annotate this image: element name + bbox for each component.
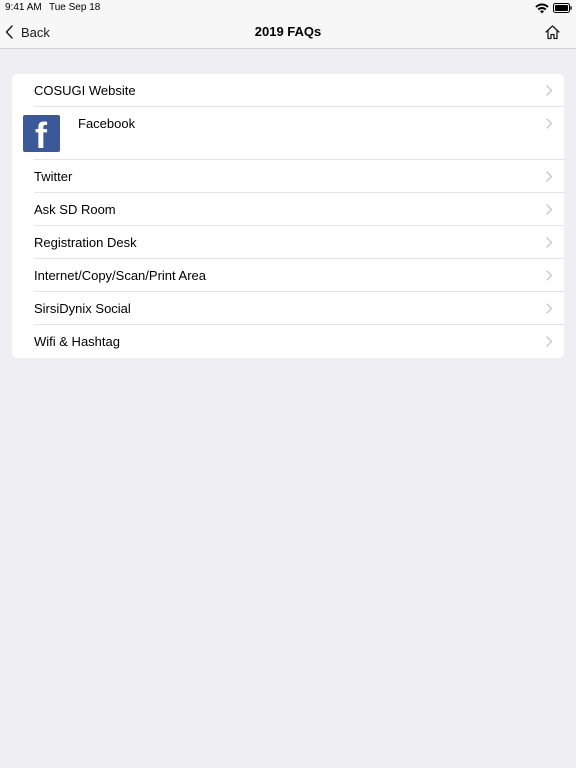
chevron-right-icon xyxy=(546,85,553,96)
chevron-right-icon xyxy=(546,237,553,248)
status-date: Tue Sep 18 xyxy=(49,2,101,13)
chevron-left-icon xyxy=(5,25,13,39)
page-title: 2019 FAQs xyxy=(254,24,322,39)
list-item-ask-sd-room[interactable]: Ask SD Room xyxy=(12,193,564,226)
list-item-cosugi-website[interactable]: COSUGI Website xyxy=(12,74,564,107)
chevron-right-icon xyxy=(546,303,553,314)
list-item-label: COSUGI Website xyxy=(34,83,136,98)
status-time: 9:41 AM xyxy=(5,2,42,13)
battery-icon xyxy=(553,3,572,13)
home-icon[interactable] xyxy=(544,24,561,40)
faq-list: COSUGI Website f Facebook Twitter Ask SD… xyxy=(12,74,564,358)
facebook-logo-icon: f xyxy=(23,115,60,152)
status-bar: 9:41 AM Tue Sep 18 xyxy=(0,0,576,16)
navigation-bar: 2019 FAQs Back xyxy=(0,16,576,49)
list-item-label: Registration Desk xyxy=(34,235,137,250)
back-label: Back xyxy=(21,24,50,40)
list-item-label: Wifi & Hashtag xyxy=(34,334,120,349)
chevron-right-icon xyxy=(546,171,553,182)
list-item-label: Internet/Copy/Scan/Print Area xyxy=(34,268,206,283)
chevron-right-icon xyxy=(546,118,553,129)
list-item-label: SirsiDynix Social xyxy=(34,301,131,316)
list-item-label: Twitter xyxy=(34,169,73,184)
list-item-wifi-hashtag[interactable]: Wifi & Hashtag xyxy=(12,325,564,358)
wifi-icon xyxy=(535,3,549,14)
list-item-sirsidynix-social[interactable]: SirsiDynix Social xyxy=(12,292,564,325)
chevron-right-icon xyxy=(546,270,553,281)
list-item-label: Ask SD Room xyxy=(34,202,116,217)
list-item-label: Facebook xyxy=(78,116,136,131)
list-item-twitter[interactable]: Twitter xyxy=(12,160,564,193)
chevron-right-icon xyxy=(546,336,553,347)
list-item-internet-copy-scan-print[interactable]: Internet/Copy/Scan/Print Area xyxy=(12,259,564,292)
chevron-right-icon xyxy=(546,204,553,215)
list-item-facebook[interactable]: f Facebook xyxy=(12,107,564,160)
back-button[interactable]: Back xyxy=(4,16,50,48)
list-item-registration-desk[interactable]: Registration Desk xyxy=(12,226,564,259)
